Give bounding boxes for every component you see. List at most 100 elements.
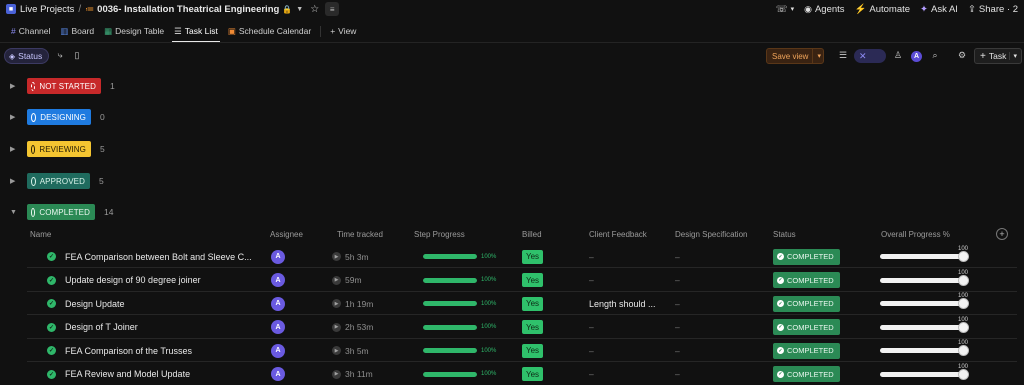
status-cell[interactable]: ✓ COMPLETED bbox=[773, 316, 840, 339]
search-icon[interactable]: ⌕ bbox=[929, 49, 941, 61]
status-badge[interactable]: ✓ COMPLETED bbox=[773, 248, 840, 265]
billed-cell[interactable]: Yes bbox=[522, 269, 544, 292]
status-cell[interactable]: ✓ COMPLETED bbox=[773, 245, 840, 268]
description-icon[interactable]: ≡ bbox=[325, 2, 340, 16]
assignee-cell[interactable]: A bbox=[271, 269, 285, 292]
client-feedback-cell[interactable]: – bbox=[589, 316, 594, 339]
chevron-down-icon[interactable]: ▾ bbox=[1009, 52, 1021, 60]
client-feedback-cell[interactable]: Length should ... bbox=[589, 292, 656, 315]
column-header-design-spec[interactable]: Design Specification bbox=[675, 227, 747, 241]
billed-cell[interactable]: Yes bbox=[522, 316, 544, 339]
chevron-down-icon[interactable]: ▾ bbox=[813, 52, 821, 60]
task-status-check[interactable]: ✓ bbox=[47, 292, 56, 315]
status-group-pill[interactable]: APPROVED bbox=[27, 173, 90, 189]
design-spec-cell[interactable]: – bbox=[675, 269, 680, 292]
billed-badge[interactable]: Yes bbox=[522, 343, 544, 358]
status-badge[interactable]: ✓ COMPLETED bbox=[773, 295, 840, 312]
billed-badge[interactable]: Yes bbox=[522, 367, 544, 381]
avatar[interactable]: A bbox=[271, 273, 285, 287]
status-group-pill[interactable]: DESIGNING bbox=[27, 109, 91, 125]
active-filter-pill[interactable]: ✕ bbox=[854, 49, 886, 63]
status-badge[interactable]: ✓ COMPLETED bbox=[773, 319, 840, 335]
task-status-check[interactable]: ✓ bbox=[47, 269, 56, 292]
overall-progress-slider[interactable]: 100 bbox=[880, 364, 969, 380]
gear-icon[interactable]: ⚙ bbox=[956, 49, 968, 61]
client-feedback-cell[interactable]: – bbox=[589, 269, 594, 292]
time-tracked-cell[interactable]: ▶ 5h 3m bbox=[332, 245, 369, 268]
table-row[interactable]: ✓ Design of T Joiner A ▶ 2h 53m 100% Yes – – ✓ COM… bbox=[27, 316, 1017, 339]
design-spec-cell[interactable]: – bbox=[675, 292, 680, 315]
task-name[interactable]: FEA Comparison of the Trusses bbox=[65, 346, 192, 356]
status-cell[interactable]: ✓ COMPLETED bbox=[773, 363, 840, 385]
overall-progress-slider[interactable]: 100 bbox=[880, 246, 969, 262]
column-header-time-tracked[interactable]: Time tracked bbox=[337, 227, 383, 241]
overall-progress-slider[interactable]: 100 bbox=[880, 340, 969, 356]
task-name[interactable]: Design of T Joiner bbox=[65, 322, 138, 332]
design-spec-cell[interactable]: – bbox=[675, 339, 680, 362]
avatar[interactable]: A bbox=[271, 343, 285, 358]
design-spec-cell[interactable]: – bbox=[675, 245, 680, 268]
task-name[interactable]: FEA Comparison between Bolt and Sleeve C… bbox=[65, 252, 252, 262]
status-cell[interactable]: ✓ COMPLETED bbox=[773, 339, 840, 362]
call-menu[interactable]: ☏ ▾ bbox=[776, 4, 794, 15]
avatar[interactable]: A bbox=[271, 296, 285, 311]
status-cell[interactable]: ✓ COMPLETED bbox=[773, 269, 840, 292]
automate-button[interactable]: ⚡ Automate bbox=[855, 4, 911, 15]
column-header-overall-progress[interactable]: Overall Progress % bbox=[881, 227, 950, 241]
table-row[interactable]: ✓ FEA Review and Model Update A ▶ 3h 11m 100%… bbox=[27, 363, 1017, 385]
table-row[interactable]: ✓ Design Update A ▶ 1h 19m 100% Yes Length shou… bbox=[27, 292, 1017, 315]
caret-right-icon[interactable]: ▶ bbox=[10, 108, 16, 126]
assignee-cell[interactable]: A bbox=[271, 292, 285, 315]
subtasks-icon[interactable]: ⤷ bbox=[54, 49, 66, 61]
billed-cell[interactable]: Yes bbox=[522, 339, 544, 362]
assignee-cell[interactable]: A bbox=[271, 245, 285, 268]
column-header-name[interactable]: Name bbox=[30, 227, 51, 241]
star-icon[interactable]: ☆ bbox=[310, 4, 319, 15]
slider-handle[interactable] bbox=[958, 274, 969, 286]
design-spec-cell[interactable]: – bbox=[675, 363, 680, 385]
add-column-icon[interactable]: + bbox=[996, 228, 1008, 240]
ask-ai-button[interactable]: ✦ Ask AI bbox=[920, 4, 958, 15]
status-group-pill[interactable]: NOT STARTED bbox=[27, 78, 101, 94]
column-header-status[interactable]: Status bbox=[773, 227, 796, 241]
caret-right-icon[interactable]: ▶ bbox=[10, 172, 16, 190]
task-name[interactable]: Design Update bbox=[65, 299, 125, 309]
billed-cell[interactable]: Yes bbox=[522, 292, 544, 315]
avatar[interactable]: A bbox=[271, 367, 285, 381]
slider-handle[interactable] bbox=[958, 368, 969, 380]
task-name-cell[interactable]: Design Update bbox=[65, 292, 257, 315]
overall-progress-slider[interactable]: 100 bbox=[880, 317, 969, 333]
table-row[interactable]: ✓ FEA Comparison between Bolt and Sleeve … bbox=[27, 245, 1017, 268]
save-view-button[interactable]: Save view ▾ bbox=[766, 48, 824, 64]
add-view-button[interactable]: + View bbox=[325, 22, 361, 40]
task-status-check[interactable]: ✓ bbox=[47, 363, 56, 385]
tab-board[interactable]: ▥ Board bbox=[55, 22, 99, 40]
add-task-button[interactable]: + Task ▾ bbox=[974, 48, 1022, 64]
status-group-pill[interactable]: COMPLETED bbox=[27, 204, 95, 220]
slider-handle[interactable] bbox=[958, 321, 969, 333]
assignee-cell[interactable]: A bbox=[271, 363, 285, 385]
billed-badge[interactable]: Yes bbox=[522, 296, 544, 311]
task-name[interactable]: FEA Review and Model Update bbox=[65, 369, 190, 379]
overall-progress-slider[interactable]: 100 bbox=[880, 293, 969, 309]
status-badge[interactable]: ✓ COMPLETED bbox=[773, 272, 840, 288]
play-icon[interactable]: ▶ bbox=[332, 346, 341, 355]
assignee-cell[interactable]: A bbox=[271, 316, 285, 339]
time-tracked-cell[interactable]: ▶ 3h 11m bbox=[332, 363, 373, 385]
group-by-status-chip[interactable]: ◈ Status bbox=[4, 48, 50, 64]
table-row[interactable]: ✓ FEA Comparison of the Trusses A ▶ 3h 5m 100… bbox=[27, 339, 1017, 362]
client-feedback-cell[interactable]: – bbox=[589, 363, 594, 385]
slider-handle[interactable] bbox=[958, 345, 969, 356]
column-header-assignee[interactable]: Assignee bbox=[270, 227, 303, 241]
task-name-cell[interactable]: FEA Comparison of the Trusses bbox=[65, 339, 257, 362]
task-name-cell[interactable]: FEA Review and Model Update bbox=[65, 363, 257, 385]
task-name-cell[interactable]: Update design of 90 degree joiner bbox=[65, 269, 257, 292]
task-status-check[interactable]: ✓ bbox=[47, 316, 56, 339]
caret-down-icon[interactable]: ▼ bbox=[10, 203, 17, 221]
columns-icon[interactable]: ▯ bbox=[71, 49, 83, 61]
tab-design-table[interactable]: ▦ Design Table bbox=[99, 22, 169, 40]
task-name-cell[interactable]: FEA Comparison between Bolt and Sleeve C… bbox=[65, 245, 257, 268]
design-spec-cell[interactable]: – bbox=[675, 316, 680, 339]
billed-badge[interactable]: Yes bbox=[522, 320, 544, 334]
column-header-billed[interactable]: Billed bbox=[522, 227, 542, 241]
